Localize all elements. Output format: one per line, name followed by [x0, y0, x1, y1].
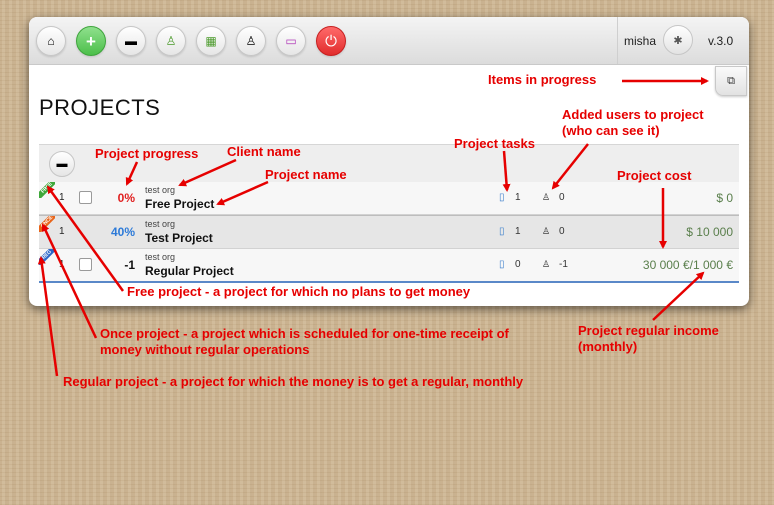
annotation-arrows: [37, 77, 709, 377]
annotation-regular-income: Project regular income (monthly): [578, 323, 719, 354]
annotation-free-project: Free project - a project for which no pl…: [127, 284, 471, 299]
arrow-project-tasks: [502, 150, 511, 192]
arrow-regular: [37, 256, 59, 377]
arrow-client-name: [178, 158, 237, 187]
annotation-regular-project: Regular project - a project for which th…: [63, 374, 524, 389]
annotation-project-cost: Project cost: [617, 168, 692, 183]
arrow-free: [46, 185, 125, 292]
annotation-client-name: Client name: [227, 144, 301, 159]
annotation-project-tasks: Project tasks: [454, 136, 535, 151]
annotation-project-name: Project name: [265, 167, 347, 182]
arrow-regular-income: [652, 271, 705, 321]
annotation-added-users: Added users to project (who can see it): [562, 107, 704, 138]
arrow-project-progress: [125, 161, 139, 186]
annotation-items-in-progress: Items in progress: [488, 72, 597, 87]
annotation-project-progress: Project progress: [95, 146, 199, 161]
arrow-added-users: [551, 143, 589, 190]
annotation-once-project: Once project - a project which is schedu…: [100, 326, 509, 357]
arrow-project-name: [216, 180, 269, 206]
